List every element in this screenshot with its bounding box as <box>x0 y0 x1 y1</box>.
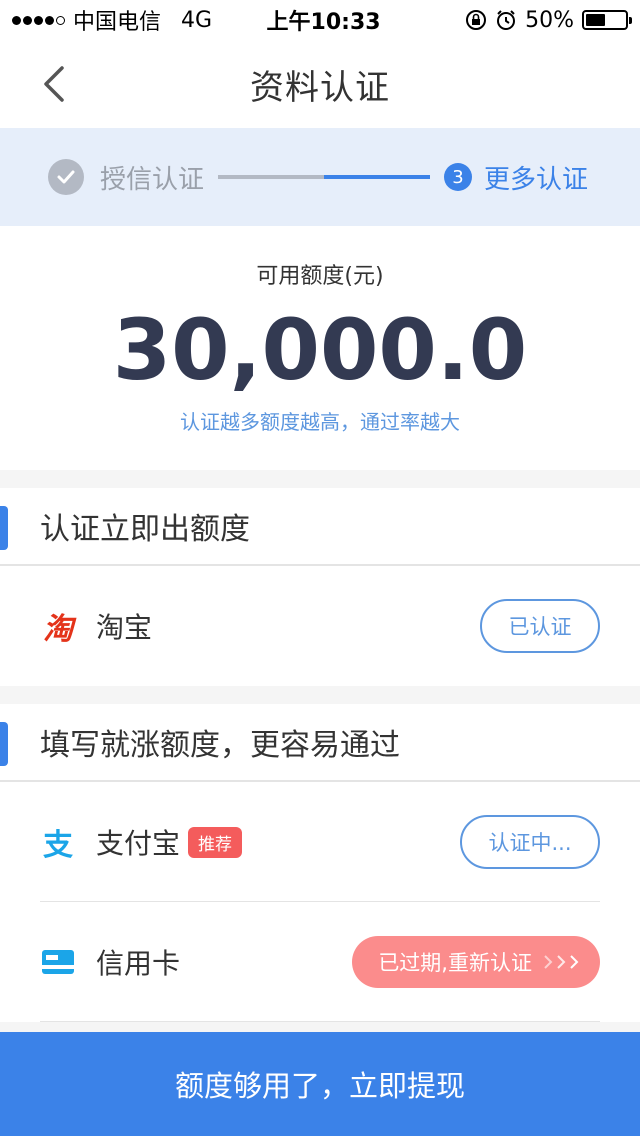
status-right: 50% <box>465 7 632 33</box>
alipay-icon: 支 <box>43 828 73 863</box>
chevron-left-icon <box>44 66 64 102</box>
withdraw-button[interactable]: 额度够用了，立即提现 <box>0 1032 640 1136</box>
section-header-boost: 填写就涨额度，更容易通过 <box>0 704 640 782</box>
amount-card: 可用额度(元) 30,000.0 认证越多额度越高，通过率越大 <box>0 226 640 470</box>
amount-label: 可用额度(元) <box>256 264 384 289</box>
credit-card-reverify-button[interactable]: 已过期,重新认证 <box>352 936 600 988</box>
battery-fill <box>586 14 605 26</box>
battery-icon <box>582 10 632 30</box>
list-item-label: 支付宝 <box>96 827 181 860</box>
section-marker <box>0 506 8 550</box>
network-type: 4G <box>181 7 213 33</box>
list-item-label: 信用卡 <box>96 947 181 980</box>
divider <box>40 1021 600 1022</box>
progress-steps: 授信认证 3 更多认证 <box>0 128 640 226</box>
section-header-instant: 认证立即出额度 <box>0 488 640 566</box>
taobao-icon: 淘 <box>43 612 73 647</box>
recommend-badge: 推荐 <box>188 826 243 858</box>
step-done-check-icon <box>48 159 84 195</box>
step-current-label: 更多认证 <box>484 164 589 195</box>
navigation-bar: 资料认证 <box>0 40 640 128</box>
reverify-label: 已过期,重新认证 <box>378 951 532 975</box>
page: 中国电信 4G 上午10:33 50% 资料认证 授信认证 3 更多认证 可用额… <box>0 0 640 1136</box>
status-time: 上午10:33 <box>266 10 381 35</box>
back-button[interactable] <box>30 60 78 108</box>
section-title: 认证立即出额度 <box>40 512 250 547</box>
amount-hint: 认证越多额度越高，通过率越大 <box>180 410 460 434</box>
carrier-name: 中国电信 <box>73 10 162 35</box>
credit-card-icon <box>40 944 76 980</box>
list-item-credit-card[interactable]: 信用卡 已过期,重新认证 <box>0 902 640 1022</box>
step-done-label: 授信认证 <box>100 164 205 195</box>
section-marker <box>0 722 8 766</box>
list-item-taobao[interactable]: 淘 淘宝 已认证 <box>0 566 640 686</box>
signal-icon <box>12 15 65 25</box>
status-left: 中国电信 4G <box>12 4 242 36</box>
step-progress-line <box>218 175 431 179</box>
amount-value: 30,000.0 <box>112 301 528 399</box>
taobao-verified-button[interactable]: 已认证 <box>480 599 600 653</box>
orientation-lock-icon <box>466 10 487 30</box>
alarm-icon <box>497 10 516 30</box>
chevron-right-icon <box>542 953 582 971</box>
section-title: 填写就涨额度，更容易通过 <box>40 728 400 763</box>
step-current-number: 3 <box>444 163 473 191</box>
page-title: 资料认证 <box>250 67 390 108</box>
alipay-verifying-button[interactable]: 认证中... <box>460 815 600 869</box>
battery-percent: 50% <box>525 7 574 33</box>
list-item-alipay[interactable]: 支 支付宝 推荐 认证中... <box>0 782 640 902</box>
status-bar: 中国电信 4G 上午10:33 50% <box>0 0 640 40</box>
list-item-label: 淘宝 <box>96 611 153 644</box>
